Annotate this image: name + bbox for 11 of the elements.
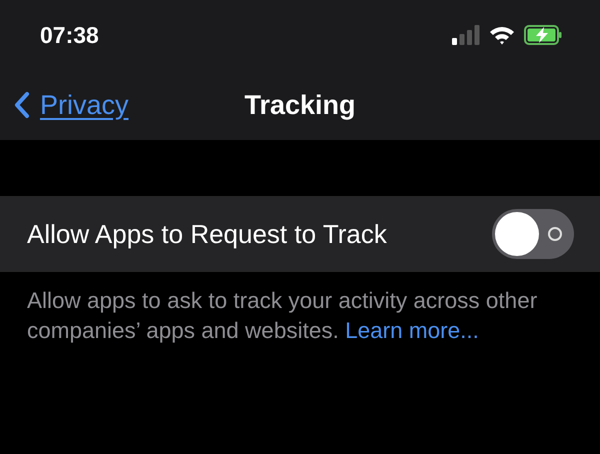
learn-more-link[interactable]: Learn more... — [345, 318, 479, 343]
chevron-left-icon — [14, 91, 30, 119]
back-button[interactable]: Privacy — [0, 88, 135, 122]
battery-charging-icon — [524, 25, 562, 45]
status-time: 07:38 — [40, 22, 99, 48]
footer-description: Allow apps to ask to track your activity across other companies’ apps and websites. Learn more... — [26, 287, 538, 345]
toggle-switch[interactable] — [492, 209, 574, 259]
signal-icon — [452, 25, 480, 45]
page-title: Tracking — [244, 90, 356, 120]
setting-label: Allow Apps to Request to Track — [27, 218, 387, 250]
wifi-icon — [489, 25, 515, 45]
